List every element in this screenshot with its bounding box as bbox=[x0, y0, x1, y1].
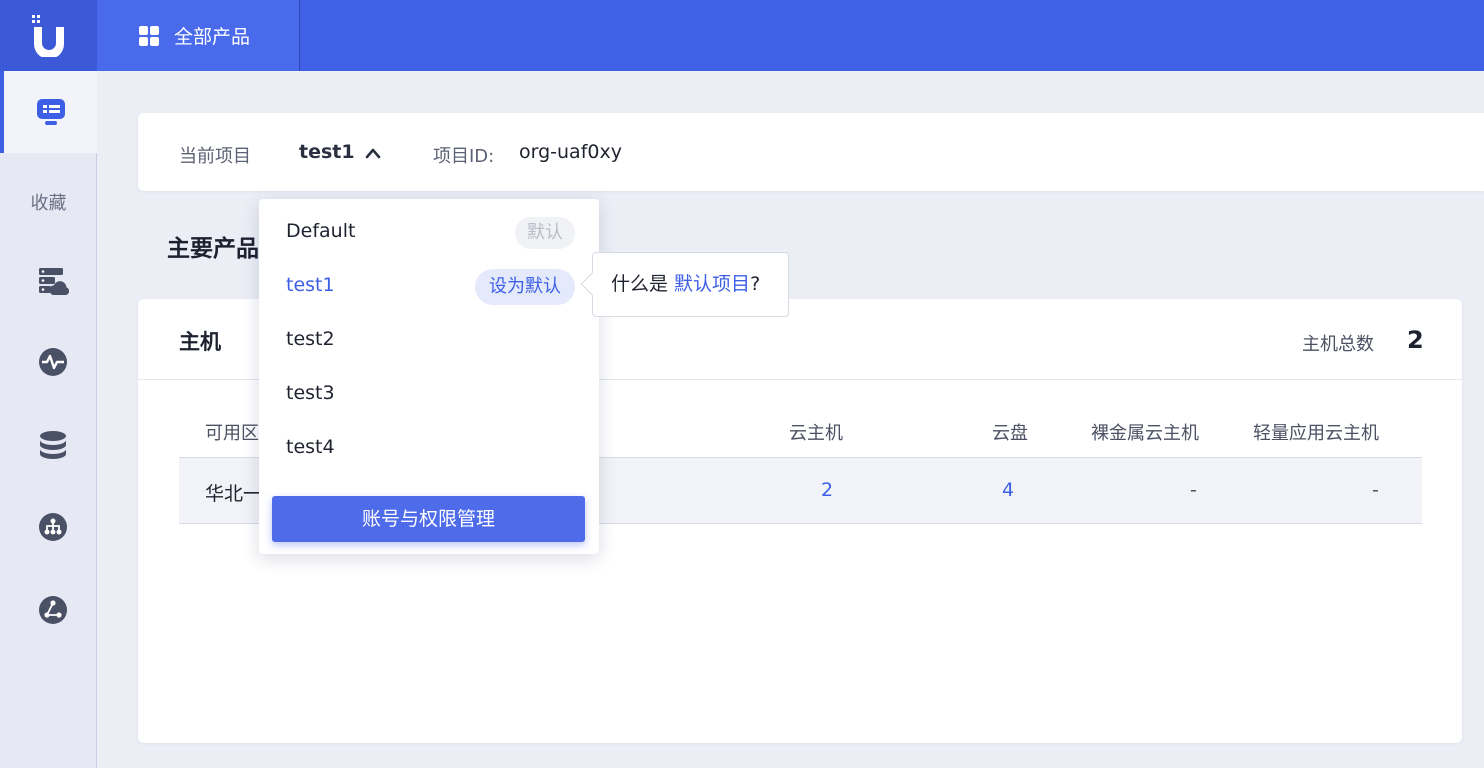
project-id-value: org-uaf0xy bbox=[519, 141, 622, 163]
default-badge: 默认 bbox=[515, 217, 575, 249]
dropdown-item-test3[interactable]: test3 bbox=[259, 368, 599, 422]
logo[interactable] bbox=[0, 0, 97, 71]
sidebar-item-cloud-server[interactable] bbox=[36, 264, 70, 298]
cell-lightweight: - bbox=[1372, 479, 1379, 501]
dropdown-item-test2[interactable]: test2 bbox=[259, 314, 599, 368]
column-header-lightweight: 轻量应用云主机 bbox=[1253, 423, 1379, 444]
project-id-label: 项目ID: bbox=[433, 146, 495, 167]
monitoring-icon bbox=[39, 348, 67, 376]
sidebar: 收藏 bbox=[0, 71, 97, 768]
sidebar-item-cloud-share[interactable] bbox=[36, 593, 70, 627]
project-bar: 当前项目 test1 项目ID: org-uaf0xy bbox=[138, 113, 1484, 191]
tooltip-suffix: ? bbox=[750, 273, 761, 295]
dashboard-icon bbox=[36, 99, 65, 125]
cell-disks[interactable]: 4 bbox=[1002, 479, 1014, 501]
section-title: 主要产品 bbox=[167, 236, 259, 262]
database-icon bbox=[40, 431, 66, 459]
sidebar-item-dashboard[interactable] bbox=[0, 71, 97, 153]
sidebar-item-network[interactable] bbox=[36, 510, 70, 544]
dropdown-item-label: test4 bbox=[286, 436, 335, 458]
column-header-disks: 云盘 bbox=[992, 423, 1028, 444]
sidebar-favorites[interactable]: 收藏 bbox=[0, 189, 97, 215]
column-header-bare-metal: 裸金属云主机 bbox=[1091, 423, 1199, 444]
account-permission-button[interactable]: 账号与权限管理 bbox=[272, 496, 585, 542]
dropdown-item-label: test1 bbox=[286, 274, 335, 296]
cell-cloud-hosts[interactable]: 2 bbox=[821, 479, 833, 501]
current-project-label: 当前项目 bbox=[179, 146, 251, 167]
dropdown-item-default[interactable]: Default 默认 bbox=[259, 206, 599, 260]
all-products-label: 全部产品 bbox=[174, 26, 251, 48]
cell-zone: 华北一 bbox=[205, 483, 263, 505]
dropdown-item-label: Default bbox=[286, 220, 356, 242]
chevron-up-icon[interactable] bbox=[364, 145, 382, 164]
dropdown-item-label: test3 bbox=[286, 382, 335, 404]
dropdown-item-label: test2 bbox=[286, 328, 335, 350]
project-dropdown: Default 默认 test1 设为默认 test2 test3 test4 … bbox=[259, 199, 599, 554]
sidebar-item-monitoring[interactable] bbox=[36, 345, 70, 379]
sidebar-item-database[interactable] bbox=[36, 428, 70, 462]
host-card-title: 主机 bbox=[179, 330, 221, 354]
project-selector[interactable]: test1 bbox=[299, 141, 355, 163]
dropdown-item-test1[interactable]: test1 设为默认 bbox=[259, 260, 599, 314]
host-total-value: 2 bbox=[1407, 326, 1424, 354]
dropdown-item-test4[interactable]: test4 bbox=[259, 422, 599, 476]
grid-icon bbox=[139, 25, 159, 46]
default-project-link[interactable]: 默认项目 bbox=[674, 273, 750, 295]
network-icon bbox=[39, 513, 67, 541]
host-total-label: 主机总数 bbox=[1302, 334, 1374, 355]
cloud-server-icon bbox=[39, 268, 69, 295]
default-project-tooltip: 什么是 默认项目? bbox=[580, 252, 789, 317]
column-header-cloud-hosts: 云主机 bbox=[789, 423, 843, 444]
top-nav-bar: 全部产品 bbox=[0, 0, 1484, 71]
column-header-zone: 可用区 bbox=[205, 423, 259, 444]
cloud-share-icon bbox=[39, 596, 67, 624]
tooltip-prefix: 什么是 bbox=[611, 273, 675, 295]
set-default-button[interactable]: 设为默认 bbox=[475, 269, 575, 305]
ucloud-logo-icon bbox=[31, 14, 64, 57]
all-products-button[interactable]: 全部产品 bbox=[97, 0, 300, 71]
cell-bare-metal: - bbox=[1190, 479, 1197, 501]
